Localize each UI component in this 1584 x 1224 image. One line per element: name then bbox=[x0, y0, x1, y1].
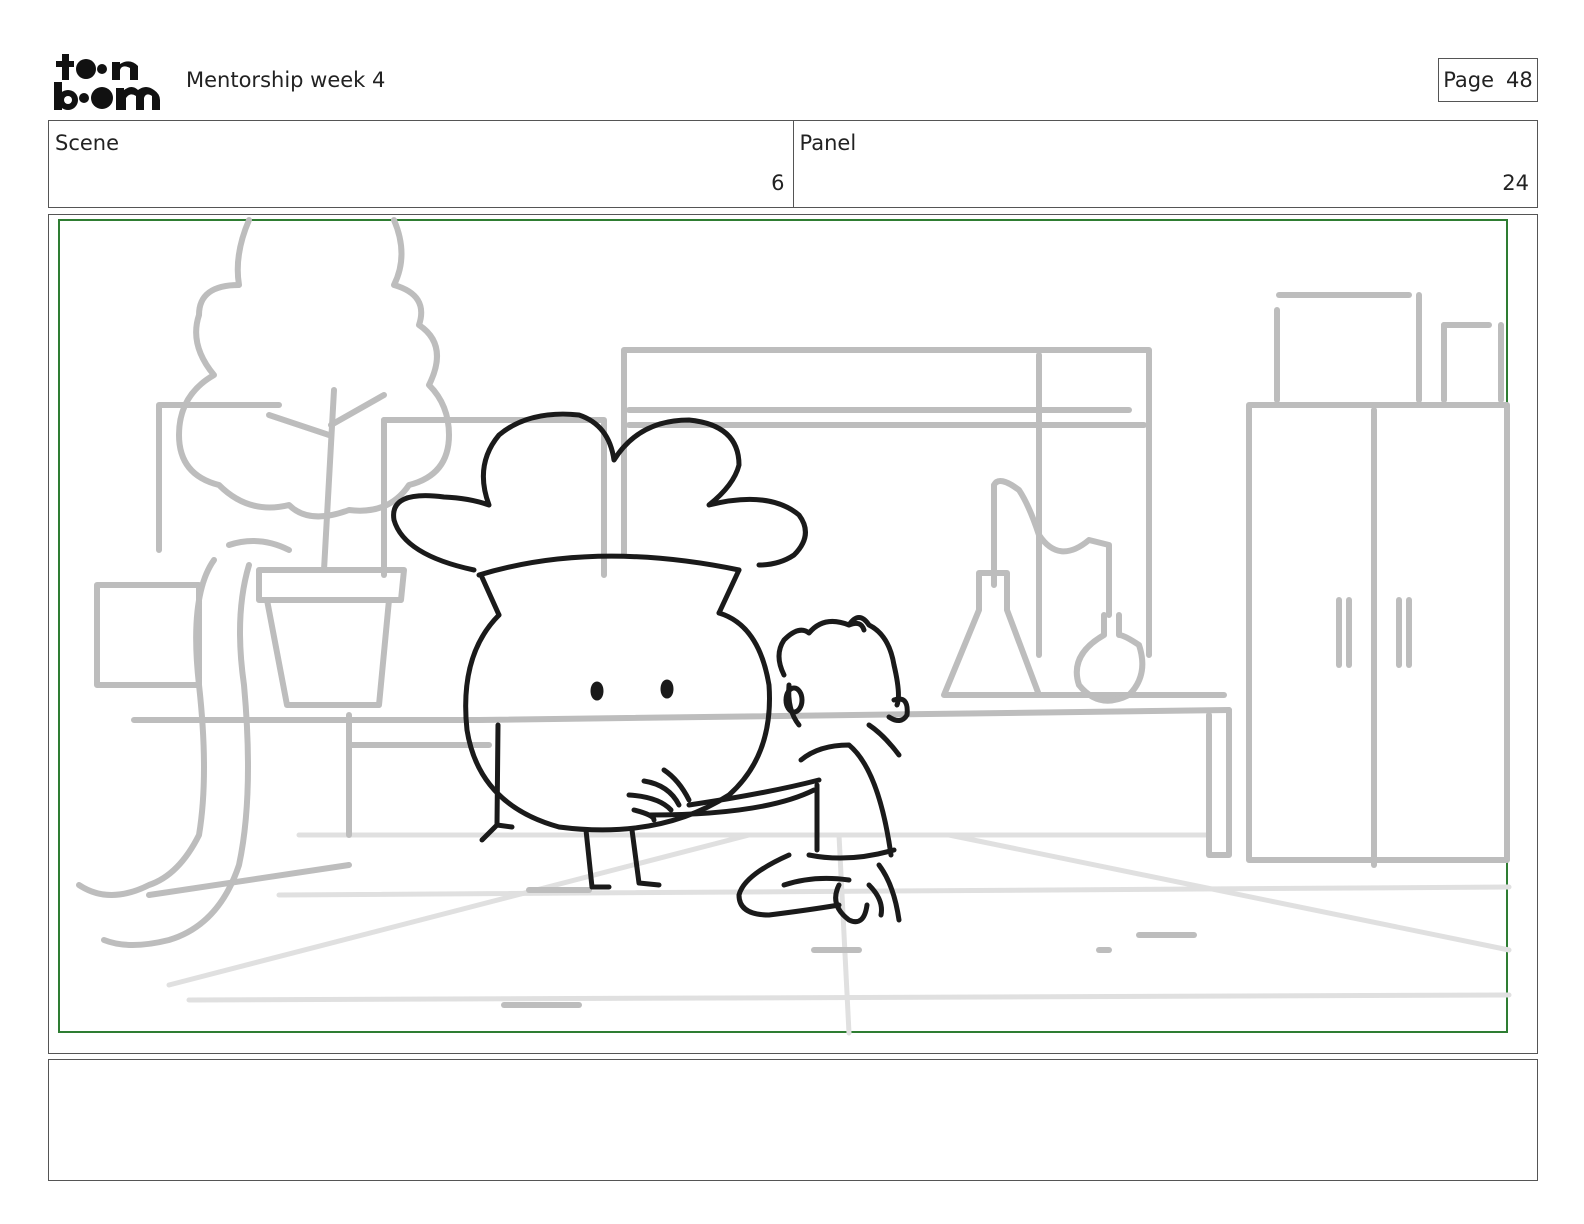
panel-sketch bbox=[58, 217, 1512, 1036]
scene-label: Scene bbox=[55, 131, 120, 155]
storyboard-panel bbox=[48, 214, 1538, 1054]
toon-boom-logo bbox=[50, 50, 164, 112]
panel-label: Panel bbox=[799, 131, 857, 155]
page-label: Page bbox=[1443, 68, 1495, 92]
page-number: 48 bbox=[1506, 68, 1533, 92]
scene-cell: Scene 6 bbox=[49, 121, 793, 207]
panel-notes bbox=[48, 1059, 1538, 1181]
panel-cell: Panel 24 bbox=[792, 121, 1538, 207]
document-title: Mentorship week 4 bbox=[186, 68, 386, 92]
characters-sketch bbox=[391, 411, 910, 925]
scene-panel-info: Scene 6 Panel 24 bbox=[48, 120, 1538, 208]
safe-area-frame bbox=[58, 219, 1508, 1033]
scene-number: 6 bbox=[771, 171, 785, 195]
panel-number: 24 bbox=[1502, 171, 1529, 195]
page-indicator: Page 48 bbox=[1438, 58, 1538, 102]
